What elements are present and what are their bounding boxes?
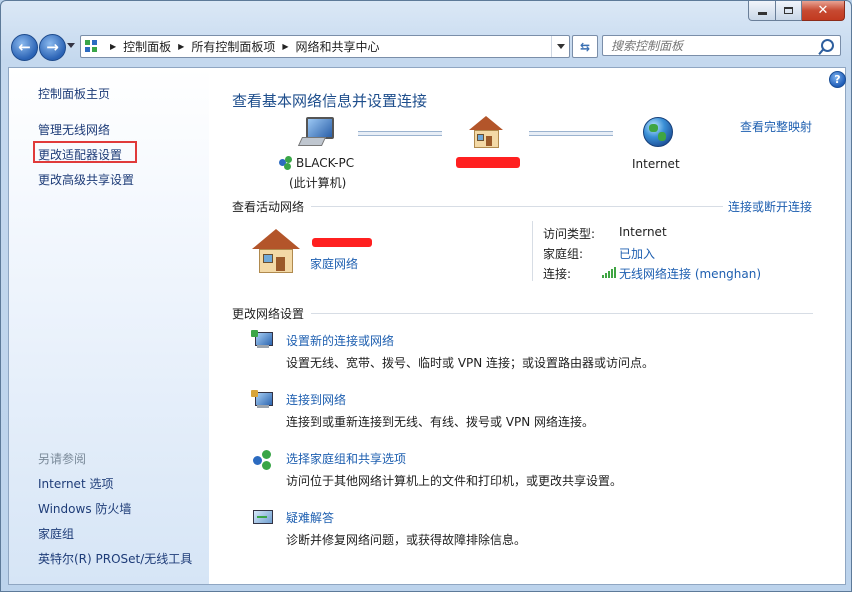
internet-globe-icon[interactable]	[643, 117, 673, 147]
network-node-icon	[279, 156, 293, 170]
forward-button[interactable]: →	[39, 34, 66, 61]
search-icon[interactable]	[821, 39, 834, 52]
see-also-heading: 另请参阅	[38, 452, 87, 466]
breadcrumb-control-panel[interactable]: 控制面板	[123, 38, 171, 55]
window: ✕ ← → ▶ 控制面板 ▶ 所有控制面板项 ▶ 网络和共享中心 ⇆ 控制面板主…	[0, 0, 852, 592]
homegroup-joined-link[interactable]: 已加入	[619, 245, 655, 262]
breadcrumb-arrow-icon[interactable]: ▶	[110, 42, 116, 51]
homegroup-sharing-link[interactable]: 选择家庭组和共享选项	[286, 450, 406, 467]
breadcrumb-arrow-icon[interactable]: ▶	[178, 42, 184, 51]
maximize-button[interactable]	[776, 1, 802, 21]
back-button[interactable]: ←	[11, 34, 38, 61]
sidebar-homegroup[interactable]: 家庭组	[38, 525, 74, 542]
refresh-icon: ⇆	[579, 39, 591, 54]
troubleshoot-icon	[251, 508, 273, 528]
minimize-icon	[757, 12, 767, 15]
computer-icon	[297, 117, 334, 146]
sidebar-manage-wireless[interactable]: 管理无线网络	[38, 121, 110, 138]
sidebar-windows-firewall[interactable]: Windows 防火墙	[38, 500, 131, 517]
internet-label: Internet	[632, 157, 680, 171]
window-controls: ✕	[748, 1, 845, 21]
homegroup-sharing-desc: 访问位于其他网络计算机上的文件和打印机，或更改共享设置。	[286, 474, 623, 488]
control-panel-icon	[85, 39, 99, 54]
connect-network-icon	[251, 390, 273, 410]
active-network-house-icon[interactable]	[252, 229, 300, 273]
breadcrumb-arrow-icon[interactable]: ▶	[282, 42, 288, 51]
view-full-map-link[interactable]: 查看完整映射	[740, 118, 812, 135]
forward-arrow-icon: →	[46, 38, 59, 56]
connection-label: 连接:	[543, 267, 572, 281]
map-connector	[358, 131, 442, 136]
setup-connection-desc: 设置无线、宽带、拨号、临时或 VPN 连接；或设置路由器或访问点。	[286, 356, 655, 370]
maximize-icon	[784, 7, 793, 14]
pc-name: BLACK-PC	[296, 156, 355, 170]
change-settings-heading: 更改网络设置	[232, 307, 305, 321]
address-bar[interactable]: ▶ 控制面板 ▶ 所有控制面板项 ▶ 网络和共享中心	[80, 35, 570, 58]
minimize-button[interactable]	[748, 1, 776, 21]
pc-subtitle: (此计算机)	[289, 176, 347, 190]
sidebar-control-panel-home[interactable]: 控制面板主页	[38, 85, 110, 102]
main-pane: 查看基本网络信息并设置连接 BLACK-PC (此计算机) Internet 查…	[209, 68, 845, 584]
access-type-label: 访问类型:	[543, 227, 596, 241]
home-network-icon[interactable]	[469, 116, 503, 148]
recent-pages-dropdown[interactable]	[67, 43, 75, 48]
access-type-value: Internet	[619, 225, 667, 239]
section-divider	[311, 313, 813, 314]
search-input[interactable]	[611, 38, 811, 54]
back-arrow-icon: ←	[18, 38, 31, 56]
setup-connection-link[interactable]: 设置新的连接或网络	[286, 332, 394, 349]
search-box[interactable]	[602, 35, 841, 56]
section-divider	[311, 206, 723, 207]
connect-to-network-desc: 连接到或重新连接到无线、有线、拨号或 VPN 网络连接。	[286, 415, 595, 429]
vertical-divider	[532, 221, 533, 281]
sidebar-change-adapter-settings[interactable]: 更改适配器设置	[38, 146, 122, 163]
troubleshoot-desc: 诊断并修复网络问题，或获得故障排除信息。	[286, 533, 527, 547]
refresh-button[interactable]: ⇆	[572, 35, 598, 58]
breadcrumb-all-items[interactable]: 所有控制面板项	[191, 38, 275, 55]
active-networks-heading: 查看活动网络	[232, 200, 305, 214]
home-network-link[interactable]: 家庭网络	[310, 255, 358, 272]
close-button[interactable]: ✕	[802, 1, 845, 21]
close-icon: ✕	[817, 3, 829, 18]
breadcrumb-network-center[interactable]: 网络和共享中心	[296, 38, 380, 55]
homegroup-sharing-icon	[253, 450, 273, 470]
connect-disconnect-link[interactable]: 连接或断开连接	[728, 198, 812, 215]
sidebar-intel-proset[interactable]: 英特尔(R) PROSet/无线工具	[38, 550, 192, 567]
wireless-signal-icon	[602, 267, 616, 278]
address-dropdown-button[interactable]	[551, 36, 569, 57]
content-area: 控制面板主页 管理无线网络 更改适配器设置 更改高级共享设置 另请参阅 Inte…	[8, 67, 846, 585]
troubleshoot-link[interactable]: 疑难解答	[286, 509, 334, 526]
chevron-down-icon	[556, 44, 565, 49]
sidebar: 控制面板主页 管理无线网络 更改适配器设置 更改高级共享设置 另请参阅 Inte…	[9, 68, 209, 584]
redacted-active-network-name	[312, 238, 372, 247]
page-title: 查看基本网络信息并设置连接	[232, 92, 428, 110]
connect-to-network-link[interactable]: 连接到网络	[286, 391, 346, 408]
redacted-network-name	[456, 157, 520, 168]
new-connection-icon	[251, 330, 273, 350]
map-connector	[529, 131, 613, 136]
wireless-connection-link[interactable]: 无线网络连接 (menghan)	[619, 265, 761, 282]
homegroup-label: 家庭组:	[543, 247, 584, 261]
sidebar-advanced-sharing[interactable]: 更改高级共享设置	[38, 171, 134, 188]
sidebar-internet-options[interactable]: Internet 选项	[38, 475, 113, 492]
